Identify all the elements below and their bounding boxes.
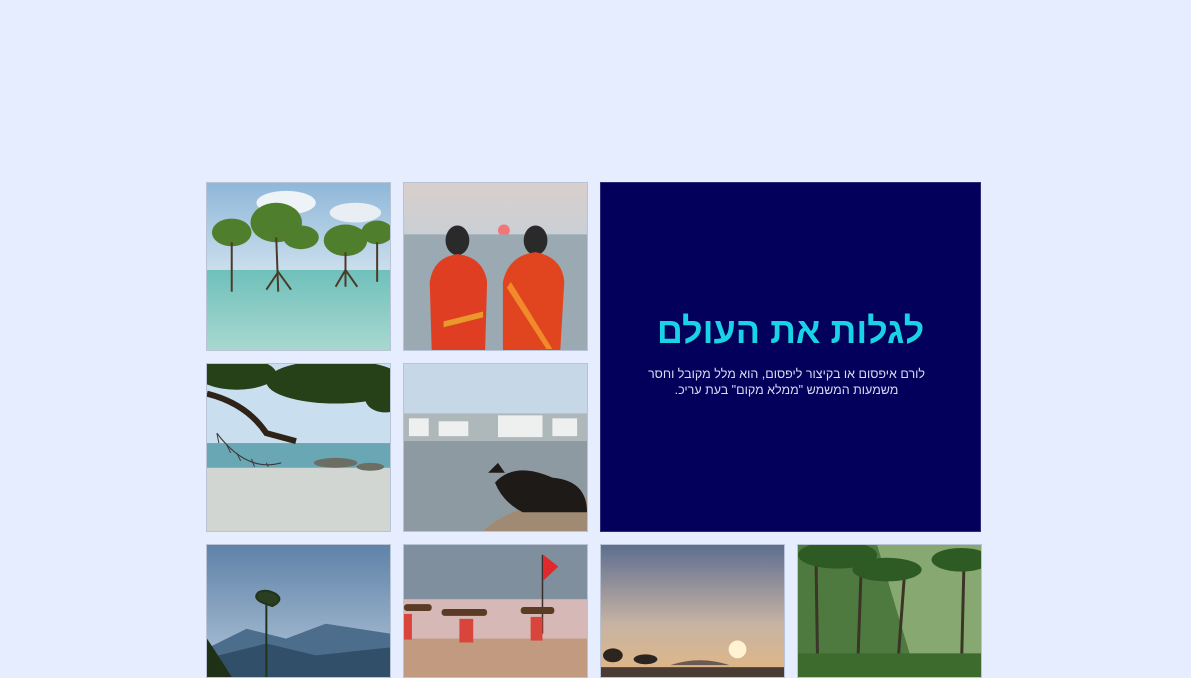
photo-palm-forest: [797, 544, 982, 678]
hero-title: לגלות את העולם: [656, 310, 925, 351]
photo-cow-lake: [403, 363, 588, 532]
hero-description: לורם איפסום או בקיצור ליפסום, הוא מלל מק…: [647, 367, 926, 397]
photo-beach-carriers: [403, 544, 588, 678]
photo-mangroves: [206, 182, 391, 351]
photo-misty-mountains: [206, 544, 391, 678]
hero-card: לגלות את העולם לורם איפסום או בקיצור ליפ…: [600, 182, 981, 532]
photo-sunset-sea: [600, 544, 785, 678]
photo-women-sunset: [403, 182, 588, 351]
photo-beach-hammock: [206, 363, 391, 532]
